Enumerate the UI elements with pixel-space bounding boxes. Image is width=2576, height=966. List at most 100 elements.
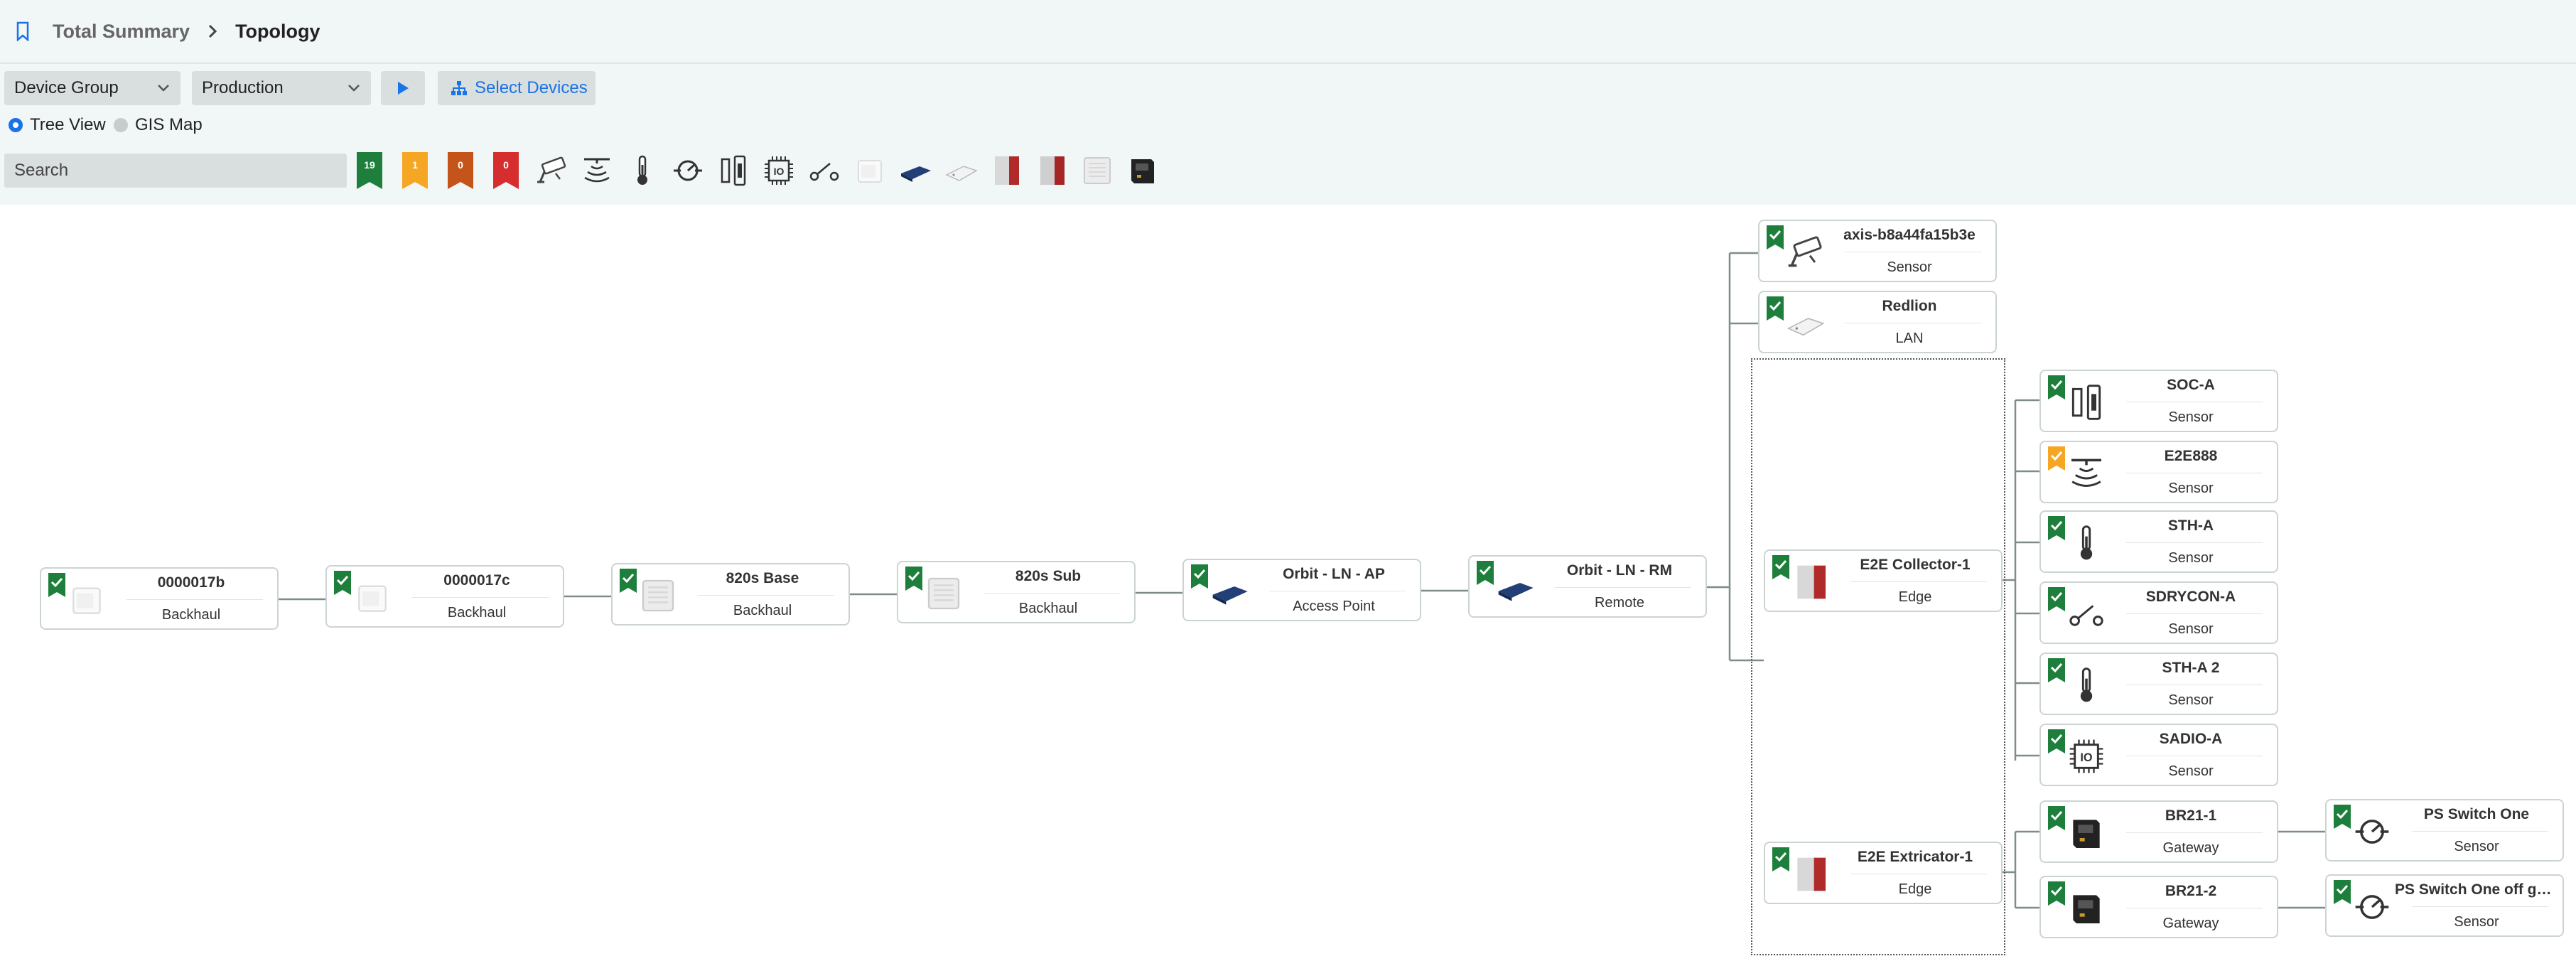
divider: [2412, 831, 2548, 832]
status-flag-icon: [1772, 847, 1789, 871]
divider: [1850, 581, 1987, 582]
device-type: Sensor: [2168, 621, 2214, 637]
device-name: Orbit - LN - AP: [1283, 566, 1385, 582]
door-sensor-icon: [2065, 381, 2108, 424]
device-node-collector[interactable]: E2E Collector-1 Edge: [1764, 549, 2003, 612]
status-flag-icon: [1772, 555, 1789, 579]
device-type: Backhaul: [161, 607, 221, 623]
device-node-n0000017b[interactable]: 0000017b Backhaul: [40, 567, 279, 630]
device-node-base[interactable]: 820s Base Backhaul: [611, 563, 850, 626]
status-flag-icon: [2048, 729, 2065, 753]
divider: [412, 597, 549, 598]
device-name: E2E Collector-1: [1860, 557, 1971, 573]
device-node-ap[interactable]: Orbit - LN - AP Access Point: [1182, 559, 1421, 621]
divider: [983, 593, 1120, 594]
device-name: STH-A: [2167, 517, 2214, 534]
device-type: Backhaul: [447, 605, 507, 621]
device-type: Edge: [1898, 589, 1932, 605]
device-type: Sensor: [2454, 914, 2499, 930]
router-white-icon: [351, 576, 394, 619]
divider: [2126, 542, 2263, 543]
device-node-sadio[interactable]: IO SADIO-A Sensor: [2039, 724, 2278, 786]
device-name: Redlion: [1882, 298, 1937, 314]
status-flag-icon: [1191, 564, 1208, 589]
device-node-soca[interactable]: SOC-A Sensor: [2039, 370, 2278, 432]
divider: [2412, 906, 2548, 907]
svg-text:IO: IO: [2080, 751, 2093, 764]
pressure-switch-icon: [2351, 886, 2393, 928]
status-flag-icon: [2048, 658, 2065, 682]
device-type: Edge: [1898, 881, 1932, 897]
status-flag-icon: [2334, 880, 2351, 904]
device-node-br212[interactable]: BR21-2 Gateway: [2039, 876, 2278, 938]
gateway-icon: [2065, 812, 2108, 854]
device-node-ps2[interactable]: PS Switch One off gate... Sensor: [2325, 874, 2564, 937]
status-flag-icon: [620, 569, 637, 593]
device-name: PS Switch One off gate...: [2395, 881, 2558, 898]
radio-box-icon: [637, 574, 679, 617]
device-type: Sensor: [1887, 259, 1932, 275]
divider: [1555, 587, 1691, 588]
status-flag-icon: [48, 573, 65, 597]
device-type: Sensor: [2168, 409, 2214, 425]
dry-contact-icon: [2065, 593, 2108, 635]
device-type: Access Point: [1293, 599, 1375, 614]
status-flag-icon: [2048, 587, 2065, 611]
divider: [698, 595, 834, 596]
radio-box-icon: [922, 572, 965, 615]
device-type: Sensor: [2168, 481, 2214, 496]
status-flag-icon: [2048, 375, 2065, 399]
device-node-rm[interactable]: Orbit - LN - RM Remote: [1468, 555, 1707, 618]
device-name: BR21-1: [2165, 807, 2217, 824]
device-name: 0000017c: [443, 572, 510, 589]
device-node-ps1[interactable]: PS Switch One Sensor: [2325, 799, 2564, 862]
status-flag-icon: [2048, 806, 2065, 830]
device-type: Sensor: [2454, 839, 2499, 854]
device-node-n0000017c[interactable]: 0000017c Backhaul: [325, 565, 564, 628]
thermometer-icon: [2065, 664, 2108, 707]
device-node-stha2[interactable]: STH-A 2 Sensor: [2039, 653, 2278, 715]
device-node-axis[interactable]: axis-b8a44fa15b3e Sensor: [1758, 220, 1997, 282]
device-name: 0000017b: [157, 574, 225, 591]
device-name: 820s Sub: [1015, 568, 1082, 584]
router-white-icon: [65, 579, 108, 621]
device-node-stha[interactable]: STH-A Sensor: [2039, 510, 2278, 573]
device-node-redlion[interactable]: Redlion LAN: [1758, 291, 1997, 353]
device-node-sub[interactable]: 820s Sub Backhaul: [897, 561, 1136, 623]
level-sensor-icon: [2065, 452, 2108, 495]
device-node-extricator[interactable]: E2E Extricator-1 Edge: [1764, 842, 2003, 904]
device-name: BR21-2: [2165, 883, 2217, 899]
gateway-icon: [2065, 887, 2108, 930]
device-name: E2E Extricator-1: [1857, 849, 1973, 865]
divider: [2126, 613, 2263, 614]
device-name: Orbit - LN - RM: [1566, 562, 1673, 579]
device-node-sdrycon[interactable]: SDRYCON-A Sensor: [2039, 581, 2278, 644]
divider: [2126, 832, 2263, 833]
device-node-br211[interactable]: BR21-1 Gateway: [2039, 800, 2278, 863]
device-name: STH-A 2: [2162, 660, 2220, 676]
device-type: Gateway: [2162, 840, 2219, 856]
device-name: E2E888: [2164, 448, 2218, 464]
thermometer-icon: [2065, 522, 2108, 564]
status-flag-icon: [334, 571, 351, 595]
orbit-router-icon: [1208, 570, 1251, 613]
device-type: Gateway: [2162, 916, 2219, 931]
switch-icon: [1784, 302, 1826, 345]
status-flag-icon: [1477, 561, 1494, 585]
device-type: LAN: [1895, 331, 1924, 346]
divider: [126, 599, 263, 600]
device-name: PS Switch One: [2423, 806, 2530, 822]
device-node-e2e888[interactable]: E2E888 Sensor: [2039, 441, 2278, 503]
status-flag-icon: [1767, 296, 1784, 321]
status-flag-icon: [2048, 881, 2065, 906]
pressure-switch-icon: [2351, 810, 2393, 853]
device-name: SOC-A: [2167, 377, 2215, 393]
device-type: Sensor: [2168, 550, 2214, 566]
edge-box-icon: [1789, 561, 1832, 603]
status-flag-icon: [905, 567, 922, 591]
device-name: 820s Base: [726, 570, 799, 586]
device-type: Sensor: [2168, 692, 2214, 708]
status-flag-icon: [2334, 805, 2351, 829]
device-type: Backhaul: [1018, 601, 1078, 616]
io-chip-icon: IO: [2065, 735, 2108, 778]
